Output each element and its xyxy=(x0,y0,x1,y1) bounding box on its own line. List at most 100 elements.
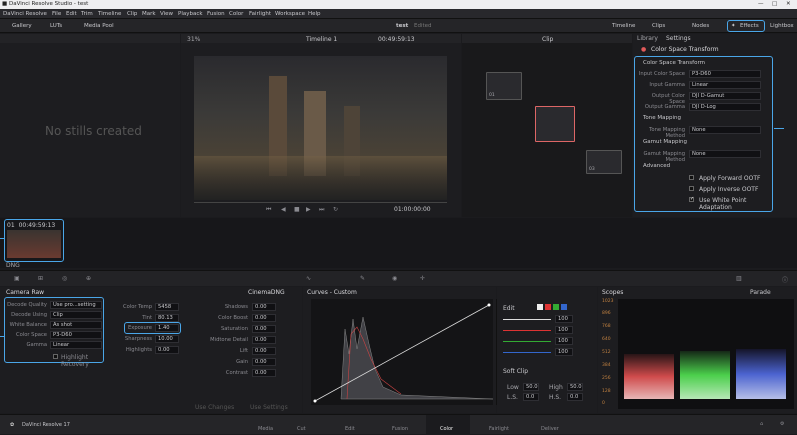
ls-field[interactable]: 0.0 xyxy=(523,393,539,401)
curves-graph[interactable] xyxy=(311,299,494,405)
lightbox-button[interactable]: Lightbox xyxy=(770,23,794,29)
menu-workspace[interactable]: Workspace xyxy=(275,11,305,17)
green-slider[interactable] xyxy=(503,341,551,342)
node-02[interactable] xyxy=(535,106,575,142)
zoom-level[interactable]: 31% xyxy=(187,36,200,43)
luma-value[interactable]: 100 xyxy=(555,315,573,323)
page-cut[interactable]: Cut xyxy=(297,426,306,432)
clips-button[interactable]: Clips xyxy=(652,23,665,29)
midtone-detail-field[interactable]: 0.00 xyxy=(252,336,276,344)
luma-channel-button[interactable] xyxy=(537,304,543,310)
green-value[interactable]: 100 xyxy=(555,337,573,345)
color-temp-field[interactable]: 5458 xyxy=(155,303,179,311)
forward-ootf-checkbox[interactable] xyxy=(689,175,694,180)
curve-point-black[interactable] xyxy=(313,399,317,403)
menu-timeline[interactable]: Timeline xyxy=(98,11,121,17)
use-settings-button[interactable]: Use Settings xyxy=(250,404,288,411)
shadows-field[interactable]: 0.00 xyxy=(252,303,276,311)
gallery-button[interactable]: Gallery xyxy=(12,23,32,29)
menu-davinci[interactable]: DaVinci Resolve xyxy=(3,11,47,17)
page-fusion[interactable]: Fusion xyxy=(392,426,408,432)
node-01[interactable]: 01 xyxy=(486,72,522,100)
tone-mapping-header[interactable]: Tone Mapping xyxy=(643,115,681,121)
blue-slider[interactable] xyxy=(503,352,551,353)
color-boost-field[interactable]: 0.00 xyxy=(252,314,276,322)
scopes-icon[interactable]: ▥ xyxy=(736,275,742,282)
sharpness-field[interactable]: 10.00 xyxy=(155,335,179,343)
tab-settings[interactable]: Settings xyxy=(666,35,691,42)
high-field[interactable]: 50.0 xyxy=(567,383,583,391)
green-channel-button[interactable] xyxy=(553,304,559,310)
camera-raw-icon[interactable]: ▣ xyxy=(14,275,20,282)
white-balance-dropdown[interactable]: As shot xyxy=(50,321,102,329)
use-changes-button[interactable]: Use Changes xyxy=(195,404,234,411)
tint-field[interactable]: 80.13 xyxy=(155,314,179,322)
low-field[interactable]: 50.0 xyxy=(523,383,539,391)
info-icon[interactable]: ⓘ xyxy=(782,275,788,284)
highlight-recovery-checkbox[interactable] xyxy=(53,354,58,359)
tracker-icon[interactable]: ✛ xyxy=(420,275,425,282)
curves-icon[interactable]: ∿ xyxy=(306,275,311,282)
color-space-dropdown[interactable]: P3-D60 xyxy=(50,331,102,339)
menu-trim[interactable]: Trim xyxy=(81,11,93,17)
effects-button[interactable]: ✦ Effects xyxy=(727,20,765,32)
exposure-field[interactable]: 1.40 xyxy=(155,324,179,332)
next-clip-icon[interactable]: ⏭ xyxy=(319,206,324,214)
page-color-active[interactable]: Color xyxy=(426,415,470,435)
blue-value[interactable]: 100 xyxy=(555,348,573,356)
inverse-ootf-checkbox[interactable] xyxy=(689,186,694,191)
lift-field[interactable]: 0.00 xyxy=(252,347,276,355)
input-color-space-dropdown[interactable]: P3-D60 xyxy=(689,70,761,78)
stop-icon[interactable]: ■ xyxy=(294,206,300,213)
window-icon[interactable]: ◉ xyxy=(392,275,397,282)
node-03[interactable]: 03 xyxy=(586,150,622,174)
rewind-icon[interactable]: ◀ xyxy=(281,206,286,213)
menu-fairlight[interactable]: Fairlight xyxy=(249,11,271,17)
gamma-dropdown[interactable]: Linear xyxy=(50,341,102,349)
maximize-icon[interactable]: □ xyxy=(772,1,777,7)
menu-edit[interactable]: Edit xyxy=(66,11,77,17)
minimize-icon[interactable]: — xyxy=(758,1,764,7)
timeline-name[interactable]: Timeline 1 xyxy=(306,36,337,43)
clip-thumbnail[interactable]: 01 00:49:59:13 xyxy=(4,219,64,262)
menu-file[interactable]: File xyxy=(52,11,61,17)
advanced-header[interactable]: Advanced xyxy=(643,163,670,169)
hs-field[interactable]: 0.0 xyxy=(567,393,583,401)
white-point-checkbox[interactable]: ✓ xyxy=(689,197,694,202)
color-match-icon[interactable]: ⊞ xyxy=(38,275,43,282)
tab-library[interactable]: Library xyxy=(637,35,658,42)
scrubber-bar[interactable] xyxy=(194,202,447,203)
gamut-mapping-dropdown[interactable]: None xyxy=(689,150,761,158)
menu-view[interactable]: View xyxy=(160,11,173,17)
menu-mark[interactable]: Mark xyxy=(142,11,156,17)
contrast-field[interactable]: 0.00 xyxy=(252,369,276,377)
media-pool-button[interactable]: Media Pool xyxy=(84,23,114,29)
curve-line[interactable] xyxy=(314,304,490,402)
page-deliver[interactable]: Deliver xyxy=(541,426,559,432)
gain-field[interactable]: 0.00 xyxy=(252,358,276,366)
menu-color[interactable]: Color xyxy=(229,11,243,17)
menu-help[interactable]: Help xyxy=(308,11,321,17)
output-color-space-dropdown[interactable]: DJI D-Gamut xyxy=(689,92,761,100)
cst-section-header[interactable]: Color Space Transform xyxy=(643,60,705,66)
page-fairlight[interactable]: Fairlight xyxy=(489,426,509,432)
blue-channel-button[interactable] xyxy=(561,304,567,310)
decode-using-dropdown[interactable]: Clip xyxy=(50,311,102,319)
home-icon[interactable]: ⌂ xyxy=(760,421,763,427)
qualifier-icon[interactable]: ✎ xyxy=(360,275,365,282)
red-channel-button[interactable] xyxy=(545,304,551,310)
luma-slider[interactable] xyxy=(503,319,551,320)
previous-clip-icon[interactable]: ⏮ xyxy=(266,206,271,214)
close-icon[interactable]: ✕ xyxy=(786,1,791,7)
input-gamma-dropdown[interactable]: Linear xyxy=(689,81,761,89)
saturation-field[interactable]: 0.00 xyxy=(252,325,276,333)
settings-icon[interactable]: ⚙ xyxy=(780,421,784,427)
red-value[interactable]: 100 xyxy=(555,326,573,334)
menu-clip[interactable]: Clip xyxy=(127,11,137,17)
gamut-mapping-header[interactable]: Gamut Mapping xyxy=(643,139,687,145)
luts-button[interactable]: LUTs xyxy=(50,23,62,29)
rgb-mixer-icon[interactable]: ⊕ xyxy=(86,275,91,282)
timeline-button[interactable]: Timeline xyxy=(612,23,635,29)
curve-point-white[interactable] xyxy=(487,303,491,307)
decode-quality-dropdown[interactable]: Use pro...setting xyxy=(50,301,102,309)
